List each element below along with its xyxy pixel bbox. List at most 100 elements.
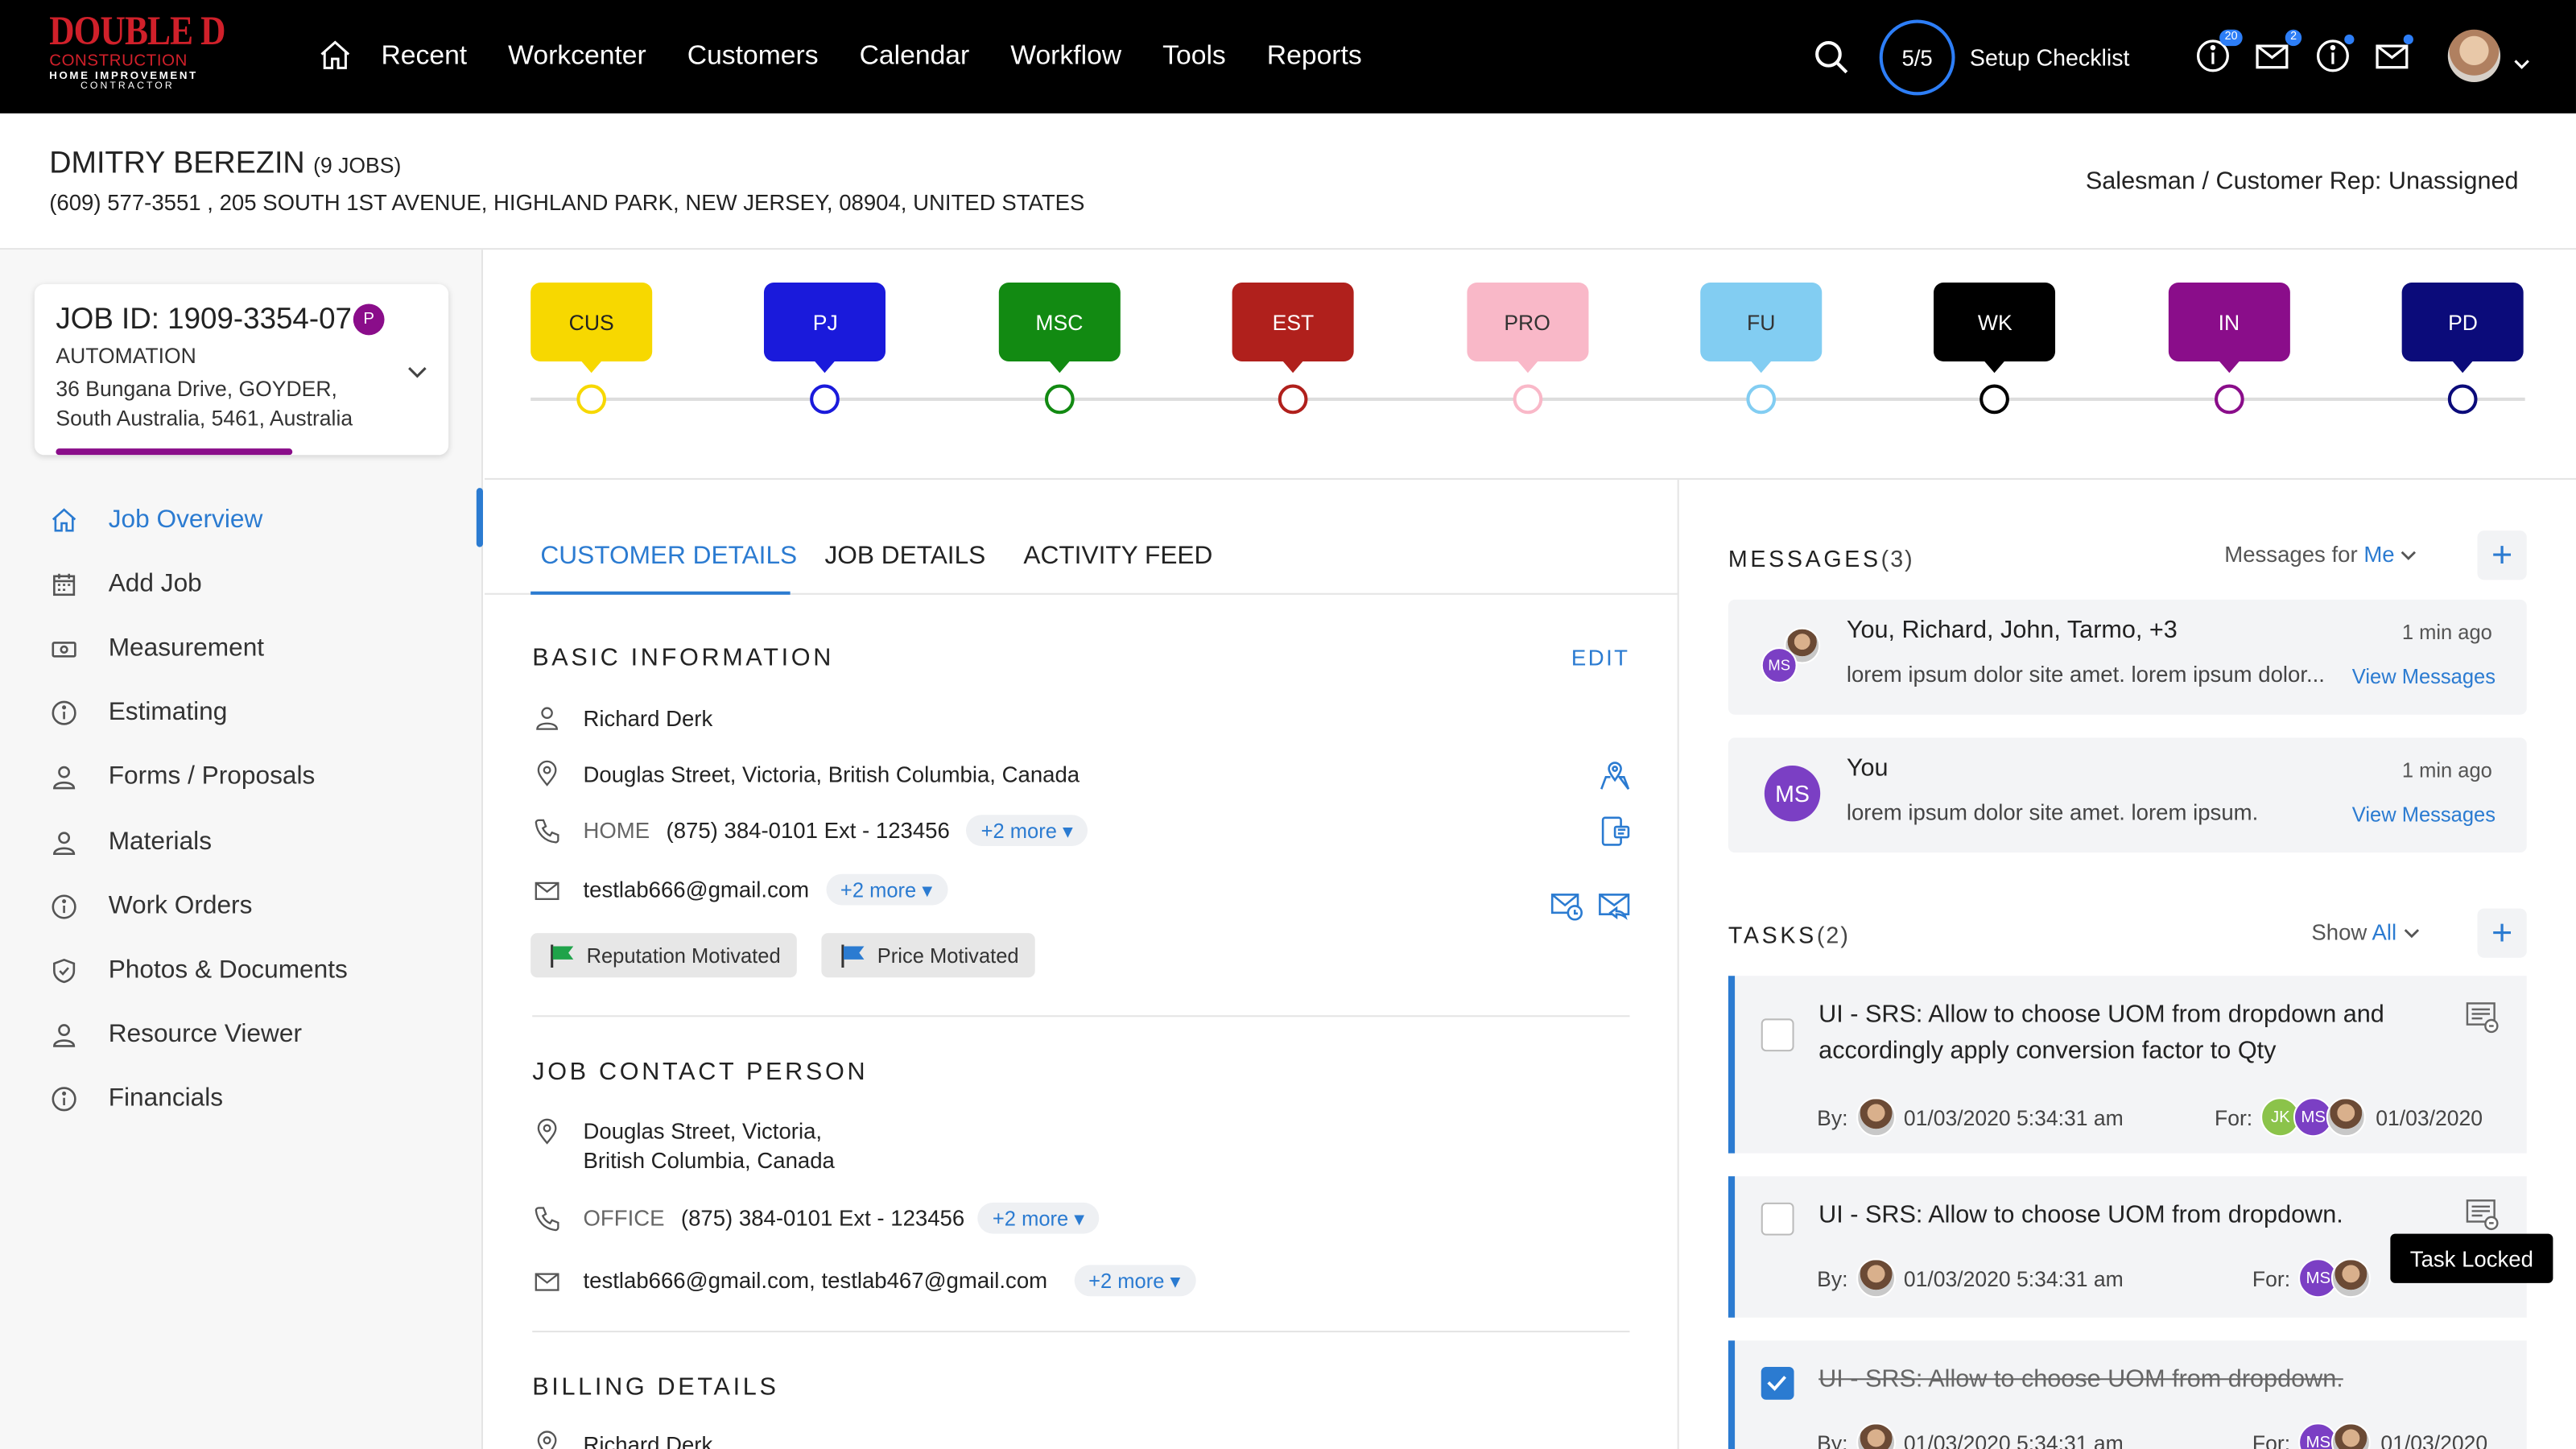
- sidebar-item-forms-proposals[interactable]: Forms / Proposals: [0, 745, 483, 810]
- right-panel: MESSAGES(3) Messages for Me + MS You, Ri…: [1681, 480, 2576, 1449]
- tab-activity-feed[interactable]: ACTIVITY FEED: [1023, 542, 1212, 572]
- nav-workcenter[interactable]: Workcenter: [508, 40, 646, 72]
- messages-filter-label: Messages for: [2224, 542, 2358, 568]
- task-checkbox[interactable]: [1761, 1018, 1794, 1052]
- customer-jobs-count[interactable]: (9 JOBS): [313, 153, 401, 178]
- contact-address: Douglas Street, Victoria, British Columb…: [583, 761, 1080, 786]
- setup-progress-circle[interactable]: 5/5: [1879, 19, 1955, 96]
- job-contact-phone[interactable]: (875) 384-0101 Ext - 123456: [681, 1206, 964, 1231]
- user-avatar[interactable]: [2447, 29, 2501, 83]
- nav-customers[interactable]: Customers: [687, 40, 819, 72]
- email-history-icon[interactable]: [1549, 887, 1585, 931]
- task-note-icon[interactable]: [2464, 999, 2500, 1043]
- stage-wk[interactable]: WK: [1934, 283, 2056, 415]
- task-card[interactable]: UI - SRS: Allow to choose UOM from dropd…: [1728, 976, 2527, 1154]
- sidebar-item-work-orders[interactable]: Work Orders: [0, 874, 483, 939]
- message-preview: lorem ipsum dolor site amet. lorem ipsum…: [1846, 799, 2259, 825]
- assignee-avatar: [2331, 1258, 2372, 1298]
- mail-icon[interactable]: 2: [2252, 29, 2302, 76]
- message-card[interactable]: MS You 1 min ago lorem ipsum dolor site …: [1728, 737, 2527, 853]
- stage-pro[interactable]: PRO: [1466, 283, 1588, 415]
- phone-more-dropdown[interactable]: +2 more ▾: [966, 815, 1088, 847]
- nav-reports[interactable]: Reports: [1267, 40, 1362, 72]
- tab-customer-details[interactable]: CUSTOMER DETAILS: [540, 542, 797, 572]
- job-card[interactable]: JOB ID: 1909-3354-07 P AUTOMATION 36 Bun…: [34, 284, 449, 456]
- nav-calendar[interactable]: Calendar: [860, 40, 970, 72]
- add-message-button[interactable]: +: [2477, 530, 2527, 580]
- task-checkbox-checked[interactable]: [1761, 1366, 1794, 1400]
- setup-checklist-link[interactable]: Setup Checklist: [1970, 44, 2130, 71]
- map-icon[interactable]: [1597, 759, 1633, 803]
- flag-icon: [841, 943, 865, 968]
- job-contact-email[interactable]: testlab666@gmail.com, testlab467@gmail.c…: [583, 1268, 1047, 1293]
- email-more-label: +2 more: [1088, 1269, 1165, 1294]
- notifications-icon[interactable]: 20: [2193, 29, 2243, 76]
- company-logo[interactable]: DOUBLE D CONSTRUCTION HOME IMPROVEMENT C…: [49, 11, 225, 95]
- stage-pd[interactable]: PD: [2402, 283, 2524, 415]
- check-icon: [1767, 1376, 1786, 1391]
- tag-reputation-motivated[interactable]: Reputation Motivated: [530, 933, 798, 978]
- sidebar-item-materials[interactable]: Materials: [0, 810, 483, 874]
- tab-job-details[interactable]: JOB DETAILS: [824, 542, 985, 572]
- stage-in[interactable]: IN: [2168, 283, 2290, 415]
- contact-phone[interactable]: (875) 384-0101 Ext - 123456: [667, 818, 950, 843]
- message-preview: lorem ipsum dolor site amet. lorem ipsum…: [1846, 662, 2325, 687]
- phone-more-label: +2 more: [980, 819, 1057, 843]
- by-label: By:: [1817, 1104, 1848, 1130]
- sidebar-item-job-overview[interactable]: Job Overview: [0, 488, 483, 552]
- salesman-assignment[interactable]: Salesman / Customer Rep: Unassigned: [2086, 167, 2519, 196]
- edit-button[interactable]: EDIT: [1571, 646, 1630, 671]
- email-more-dropdown[interactable]: +2 more ▾: [825, 873, 947, 906]
- envelope-icon: [532, 1265, 565, 1295]
- shield-icon: [49, 956, 79, 986]
- stage-msc[interactable]: MSC: [998, 283, 1121, 415]
- tag-price-motivated[interactable]: Price Motivated: [821, 933, 1036, 978]
- sidebar-item-label: Materials: [108, 827, 213, 856]
- task-title: UI - SRS: Allow to choose UOM from dropd…: [1818, 1364, 2343, 1393]
- phone-more-dropdown[interactable]: +2 more ▾: [977, 1202, 1100, 1234]
- chevron-down-icon: [2403, 929, 2419, 939]
- call-device-icon[interactable]: [1597, 813, 1633, 857]
- tasks-filter-label: Show: [2311, 919, 2368, 945]
- sidebar-item-photos-documents[interactable]: Photos & Documents: [0, 939, 483, 1003]
- task-title: UI - SRS: Allow to choose UOM from dropd…: [1818, 1200, 2343, 1229]
- chevron-down-icon[interactable]: [407, 358, 427, 388]
- stage-pj[interactable]: PJ: [764, 283, 886, 415]
- chevron-down-icon[interactable]: [2513, 49, 2529, 79]
- info-icon[interactable]: [2313, 34, 2355, 76]
- creator-avatar: [1856, 1258, 1896, 1298]
- sidebar-item-financials[interactable]: Financials: [0, 1067, 483, 1132]
- tasks-filter[interactable]: Show All: [2311, 919, 2419, 945]
- email-reply-icon[interactable]: [1597, 887, 1633, 931]
- billing-name-row: Richard Derk: [532, 1429, 712, 1449]
- sidebar-item-estimating[interactable]: Estimating: [0, 681, 483, 745]
- email-more-dropdown[interactable]: +2 more ▾: [1073, 1265, 1195, 1297]
- messages-icon[interactable]: [2372, 34, 2413, 76]
- tasks-title: TASKS(2): [1728, 922, 1850, 948]
- nav-workflow[interactable]: Workflow: [1010, 40, 1121, 72]
- task-card[interactable]: UI - SRS: Allow to choose UOM from dropd…: [1728, 1340, 2527, 1449]
- ms-avatar: MS: [1764, 766, 1821, 822]
- contact-email[interactable]: testlab666@gmail.com: [583, 877, 809, 902]
- sidebar-item-measurement[interactable]: Measurement: [0, 617, 483, 681]
- message-card[interactable]: MS You, Richard, John, Tarmo, +3 1 min a…: [1728, 599, 2527, 715]
- view-messages-link[interactable]: View Messages: [2352, 803, 2496, 827]
- messages-filter-value: Me: [2363, 542, 2395, 568]
- stage-fu[interactable]: FU: [1700, 283, 1823, 415]
- task-by: By: 01/03/2020 5:34:31 am: [1817, 1258, 2124, 1298]
- search-icon[interactable]: [1812, 38, 1852, 85]
- stage-dot: [2214, 384, 2244, 415]
- sidebar-item-resource-viewer[interactable]: Resource Viewer: [0, 1003, 483, 1067]
- nav-tools[interactable]: Tools: [1162, 40, 1226, 72]
- contact-name-row: Richard Derk: [532, 703, 712, 733]
- messages-filter[interactable]: Messages for Me: [2224, 542, 2417, 567]
- nav-recent[interactable]: Recent: [381, 40, 467, 72]
- home-icon[interactable]: [317, 38, 353, 74]
- stage-est[interactable]: EST: [1232, 283, 1355, 415]
- sidebar-item-add-job[interactable]: Add Job: [0, 552, 483, 617]
- add-task-button[interactable]: +: [2477, 908, 2527, 958]
- task-checkbox[interactable]: [1761, 1202, 1794, 1236]
- calendar-icon: [49, 570, 79, 600]
- view-messages-link[interactable]: View Messages: [2352, 666, 2496, 689]
- stage-cus[interactable]: CUS: [530, 283, 653, 415]
